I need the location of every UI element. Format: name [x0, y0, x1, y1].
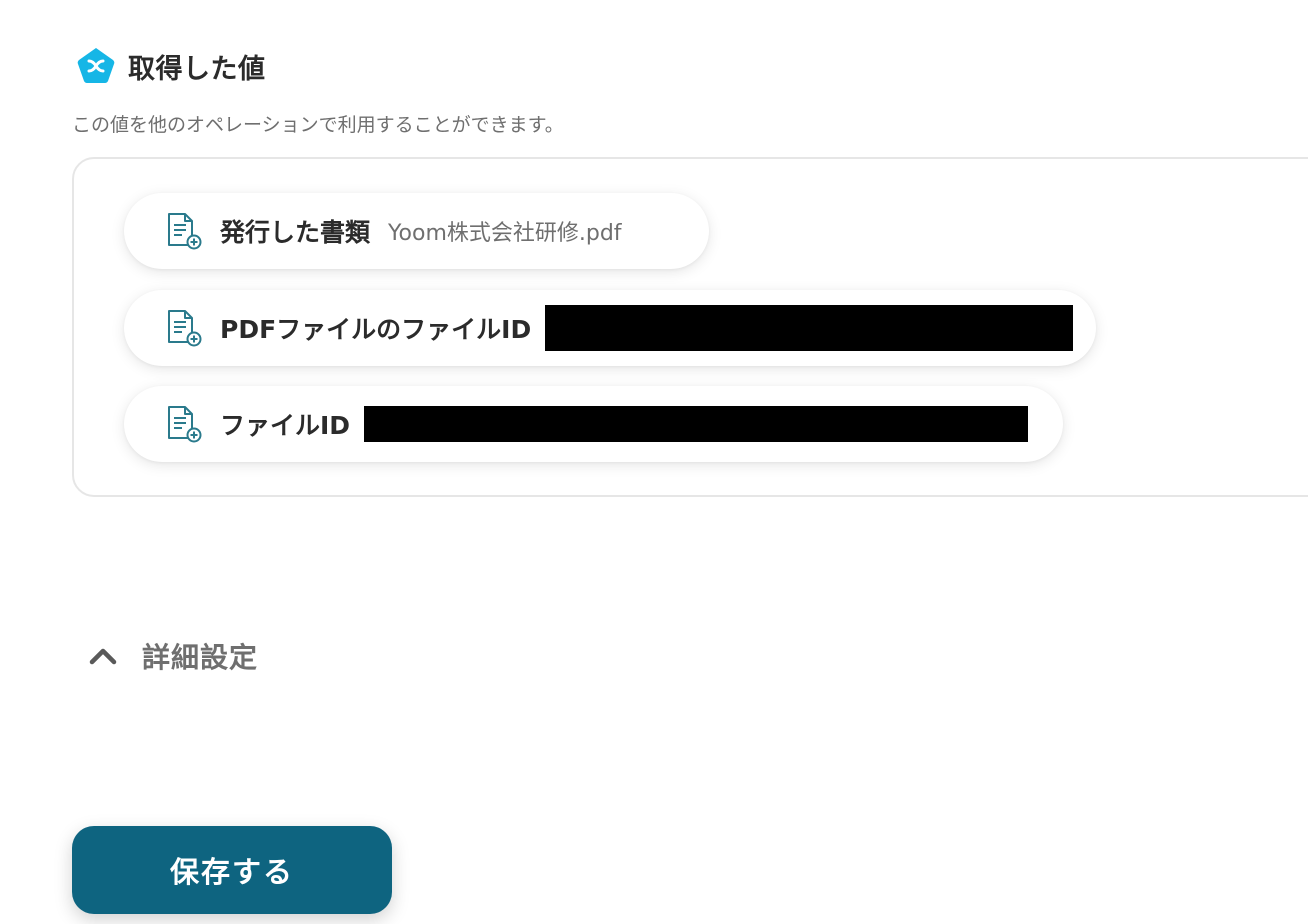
save-button[interactable]: 保存する: [72, 826, 392, 914]
section-description: この値を他のオペレーションで利用することができます。: [72, 114, 564, 136]
value-text: Yoom株式会社研修.pdf: [388, 221, 622, 246]
section-title: 取得した値: [128, 53, 266, 85]
document-plus-icon: [168, 213, 202, 250]
value-chip-file-id[interactable]: ファイルID: [124, 386, 1063, 462]
value-label: PDFファイルのファイルID: [220, 315, 532, 344]
value-chip-pdf-file-id[interactable]: PDFファイルのファイルID: [124, 290, 1096, 366]
advanced-settings-label: 詳細設定: [142, 641, 259, 674]
document-plus-icon: [168, 406, 202, 443]
value-label: 発行した書類: [220, 218, 371, 247]
redacted-value: [545, 305, 1074, 351]
section-header: 取得した値: [76, 46, 266, 86]
value-chip-issued-document[interactable]: 発行した書類 Yoom株式会社研修.pdf: [124, 193, 709, 269]
chevron-up-icon: [89, 648, 117, 665]
page: 取得した値 この値を他のオペレーションで利用することができます。 発行した書類 …: [0, 0, 1308, 924]
value-label: ファイルID: [220, 411, 351, 440]
yoom-x-badge-icon: [77, 48, 115, 83]
redacted-value: [364, 406, 1029, 442]
advanced-settings-toggle[interactable]: 詳細設定: [86, 636, 258, 676]
document-plus-icon: [168, 310, 202, 347]
